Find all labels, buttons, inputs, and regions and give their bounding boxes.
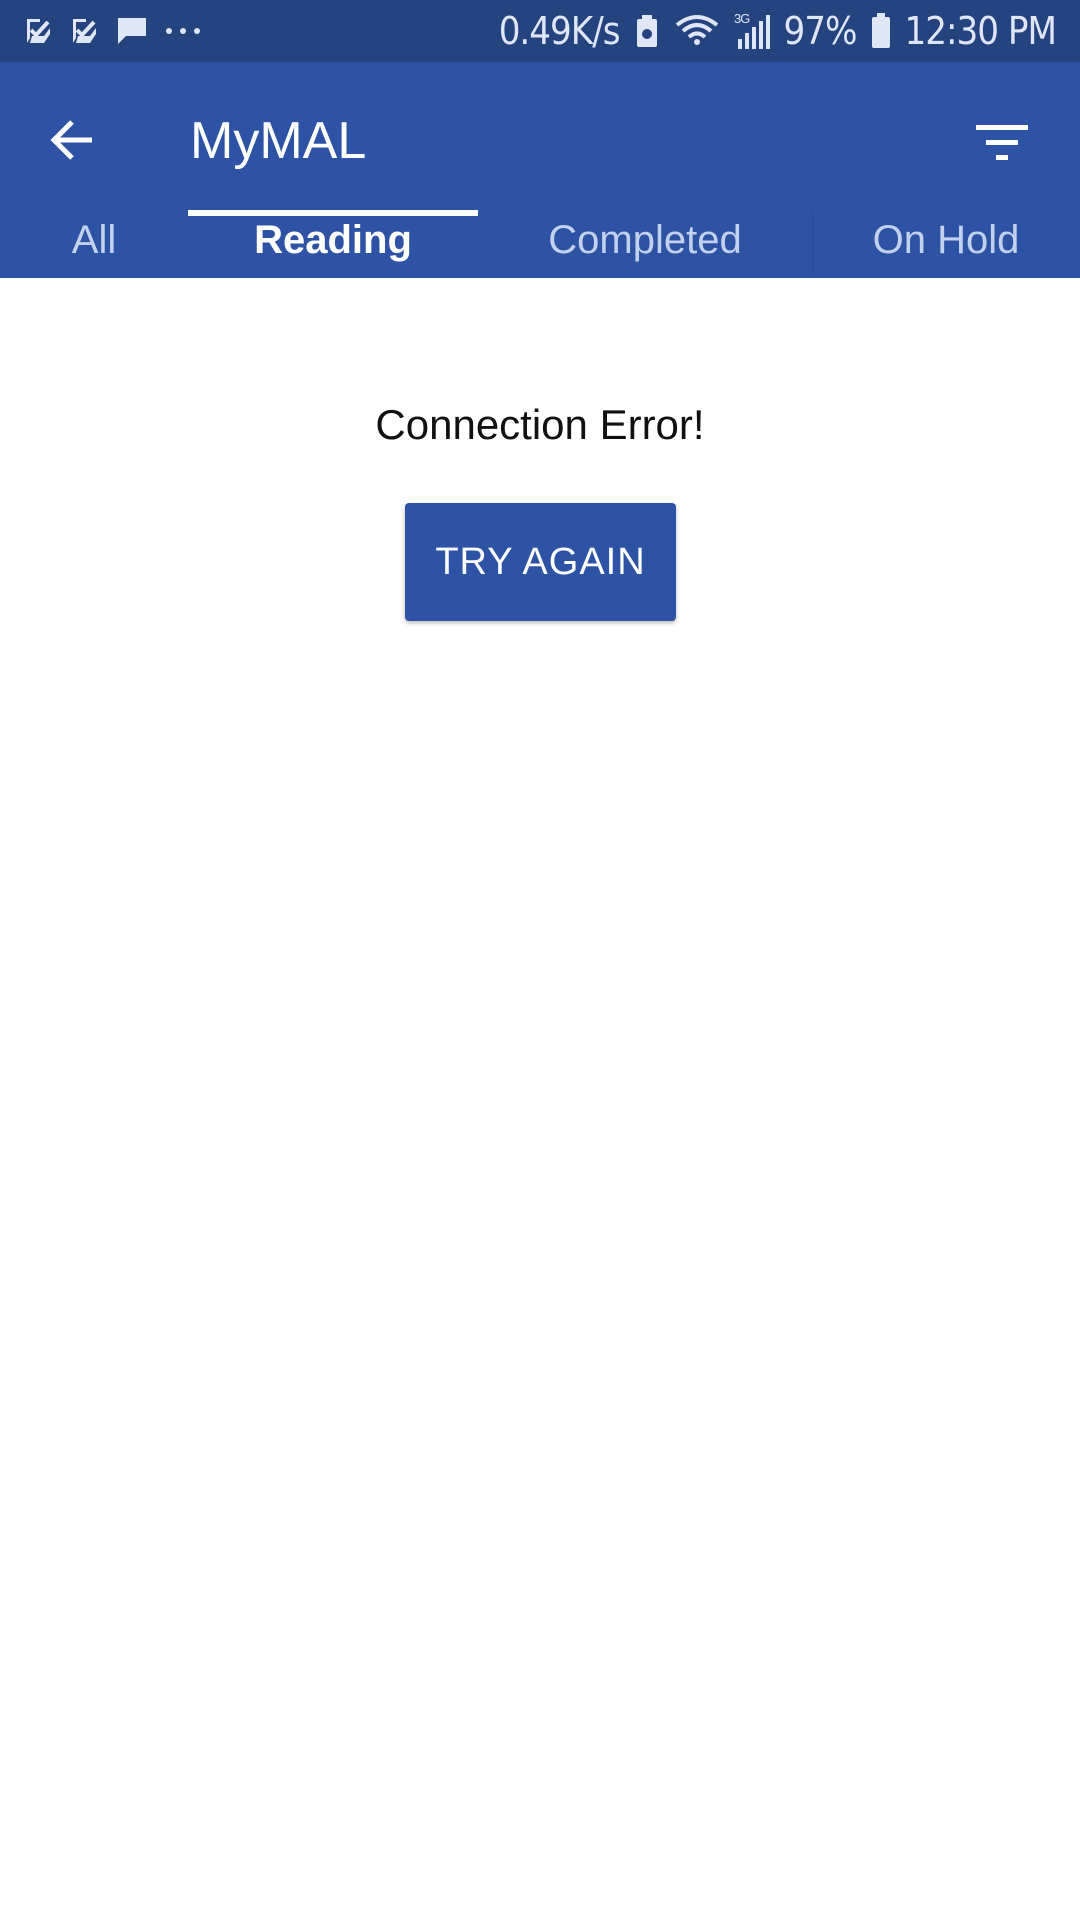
clock: 12:30 PM xyxy=(904,9,1057,53)
tab-reading[interactable]: Reading xyxy=(188,216,478,278)
tab-label: Completed xyxy=(548,218,742,262)
check-task-icon xyxy=(24,16,54,46)
battery-percent: 97% xyxy=(783,9,858,53)
app-bar: MyMAL All Reading Completed On Hold xyxy=(0,62,1080,278)
tab-divider xyxy=(812,212,813,274)
status-bar: 0.49K/s 3G 97% 12:30 PM xyxy=(0,0,1080,62)
tab-selected-indicator xyxy=(188,210,478,216)
tab-completed[interactable]: Completed xyxy=(478,216,812,278)
more-dots-icon xyxy=(164,26,202,36)
cell-signal-icon: 3G xyxy=(734,11,770,51)
system-status: 0.49K/s 3G 97% 12:30 PM xyxy=(499,11,1080,51)
notification-icons xyxy=(0,16,202,46)
battery-icon xyxy=(871,13,891,49)
check-task-icon xyxy=(70,16,100,46)
try-again-button[interactable]: TRY AGAIN xyxy=(405,503,676,621)
filter-icon xyxy=(975,122,1029,167)
battery-saver-icon xyxy=(634,14,660,48)
error-message: Connection Error! xyxy=(375,401,705,448)
tab-label: All xyxy=(71,218,117,262)
main-content: Connection Error! TRY AGAIN xyxy=(0,278,1080,1920)
wifi-icon xyxy=(674,13,720,49)
filter-button[interactable] xyxy=(966,108,1038,180)
page-title: MyMAL xyxy=(190,112,367,170)
toolbar: MyMAL xyxy=(0,62,1080,216)
tab-label: On Hold xyxy=(872,218,1020,262)
network-speed: 0.49K/s xyxy=(498,9,621,53)
back-button[interactable] xyxy=(38,108,106,176)
chat-bubble-icon xyxy=(116,16,148,46)
tab-all[interactable]: All xyxy=(0,216,188,278)
tab-on-hold[interactable]: On Hold xyxy=(812,216,1080,278)
tab-bar: All Reading Completed On Hold xyxy=(0,216,1080,278)
arrow-back-icon xyxy=(48,118,96,167)
tab-label: Reading xyxy=(254,218,412,262)
network-type-label: 3G xyxy=(734,11,750,26)
